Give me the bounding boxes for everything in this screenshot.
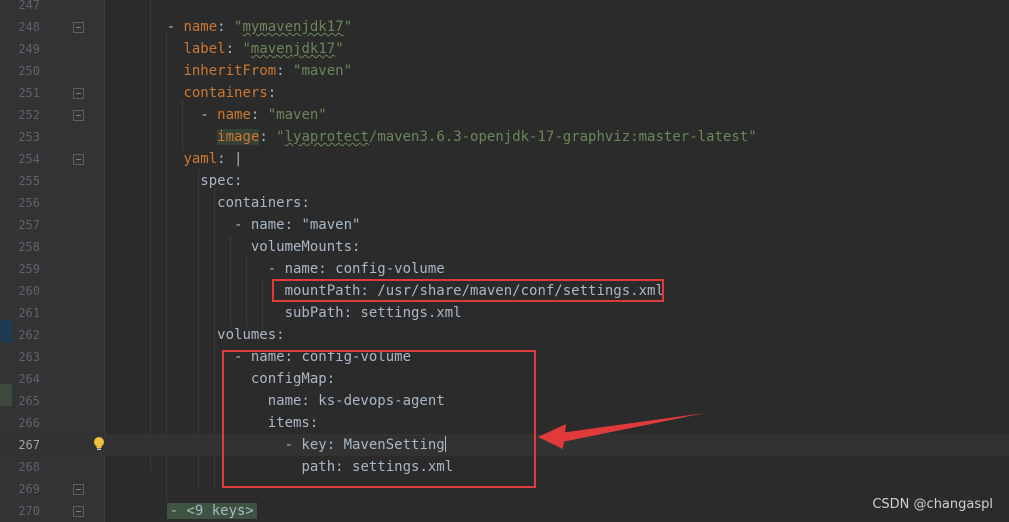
code-editor[interactable]: 247 248 - name: "mymavenjdk17" 249 label: … [0, 0, 1009, 522]
lightbulb-icon[interactable] [93, 436, 105, 452]
annotation-arrow [538, 413, 705, 449]
watermark: CSDN @changaspl [872, 497, 993, 512]
